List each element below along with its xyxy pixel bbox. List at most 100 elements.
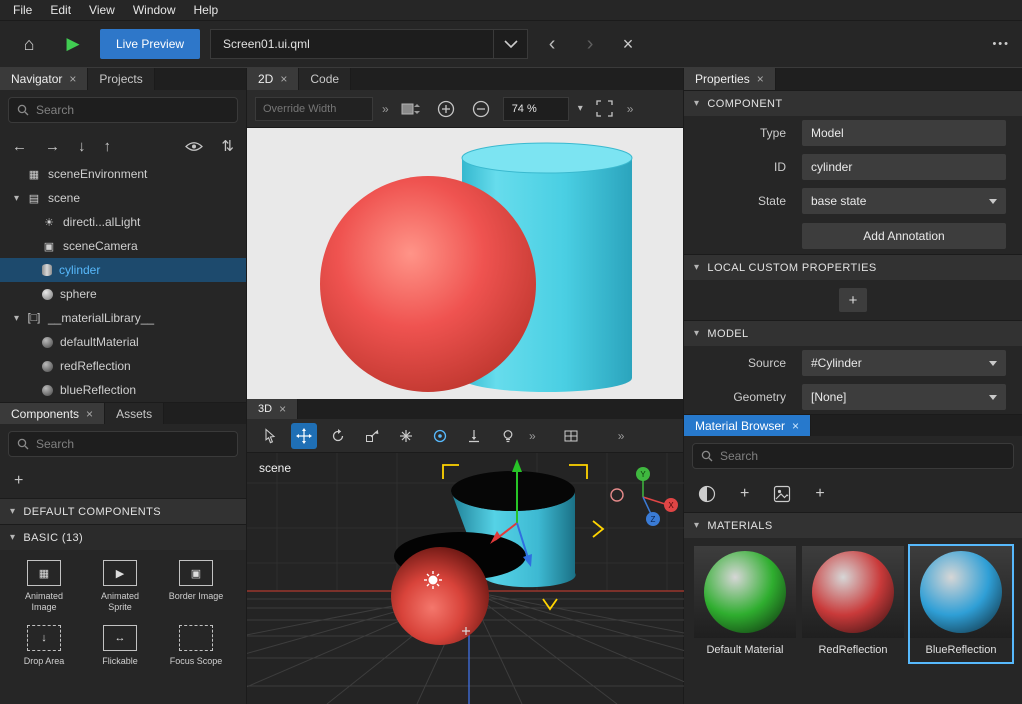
- close-icon[interactable]: ×: [280, 72, 287, 86]
- light-toggle-button[interactable]: [495, 423, 521, 449]
- id-field[interactable]: cylinder: [802, 154, 1006, 180]
- zoom-level-field[interactable]: 74 %: [503, 97, 569, 121]
- tab-assets[interactable]: Assets: [105, 403, 164, 424]
- home-button[interactable]: ⌂: [12, 28, 46, 60]
- fit-to-screen-button[interactable]: [592, 96, 618, 122]
- axis-indicator[interactable]: Y X Z: [611, 467, 678, 526]
- back-button[interactable]: ‹: [538, 33, 566, 56]
- close-icon[interactable]: ×: [792, 419, 799, 433]
- overflow-chevron-icon[interactable]: »: [382, 102, 389, 116]
- move-down-icon[interactable]: ↓: [78, 138, 86, 155]
- live-preview-button[interactable]: Live Preview: [100, 29, 200, 59]
- move-right-icon[interactable]: →: [45, 138, 60, 155]
- section-local-custom-properties[interactable]: ▾ LOCAL CUSTOM PROPERTIES: [684, 254, 1022, 280]
- material-search[interactable]: [692, 443, 1014, 469]
- navigator-search-input[interactable]: [36, 103, 229, 117]
- component-drop-area[interactable]: ↓ Drop Area: [8, 625, 80, 667]
- close-icon[interactable]: ×: [279, 402, 286, 416]
- state-dropdown[interactable]: base state: [802, 188, 1006, 214]
- move-left-icon[interactable]: ←: [12, 138, 27, 155]
- override-width-input[interactable]: [255, 97, 373, 121]
- zoom-out-button[interactable]: [468, 96, 494, 122]
- select-tool-button[interactable]: [257, 423, 283, 449]
- tab-projects[interactable]: Projects: [88, 68, 154, 90]
- section-model[interactable]: ▾ MODEL: [684, 320, 1022, 346]
- tree-item-sphere[interactable]: sphere: [0, 282, 246, 306]
- align-to-ground-button[interactable]: [461, 423, 487, 449]
- component-animated-sprite[interactable]: ▶ Animated Sprite: [84, 560, 156, 613]
- material-search-input[interactable]: [720, 449, 1005, 463]
- material-card-red-reflection[interactable]: RedReflection: [802, 546, 904, 662]
- tab-properties[interactable]: Properties ×: [684, 68, 776, 90]
- tree-item-scene-camera[interactable]: ▣ sceneCamera: [0, 234, 246, 258]
- add-material-button[interactable]: +: [740, 485, 749, 503]
- navigator-search[interactable]: [8, 97, 238, 123]
- geometry-dropdown[interactable]: [None]: [802, 384, 1006, 410]
- local-global-toggle-button[interactable]: [427, 423, 453, 449]
- tab-components[interactable]: Components ×: [0, 403, 105, 424]
- snap-toggle-button[interactable]: [393, 423, 419, 449]
- component-focus-scope[interactable]: Focus Scope: [160, 625, 232, 667]
- menu-help[interactable]: Help: [185, 3, 228, 17]
- run-project-button[interactable]: ▶: [56, 28, 90, 60]
- tree-item-default-material[interactable]: defaultMaterial: [0, 330, 246, 354]
- menu-edit[interactable]: Edit: [41, 3, 80, 17]
- tree-item-blue-reflection[interactable]: blueReflection: [0, 378, 246, 402]
- material-card-default[interactable]: Default Material: [694, 546, 796, 662]
- close-document-button[interactable]: ×: [614, 34, 642, 55]
- tree-item-cylinder[interactable]: cylinder: [0, 258, 246, 282]
- move-tool-button[interactable]: [291, 423, 317, 449]
- tree-item-scene-environment[interactable]: ▦ sceneEnvironment: [0, 162, 246, 186]
- form-editor-viewport[interactable]: [247, 128, 683, 399]
- tree-item-material-library[interactable]: ▾ [□] __materialLibrary__: [0, 306, 246, 330]
- component-flickable[interactable]: ↔ Flickable: [84, 625, 156, 667]
- sort-order-icon[interactable]: ⇅: [221, 137, 234, 155]
- close-icon[interactable]: ×: [757, 72, 764, 86]
- sphere-3d[interactable]: [391, 547, 489, 645]
- section-materials[interactable]: ▾ MATERIALS: [684, 512, 1022, 538]
- zoom-in-button[interactable]: [433, 96, 459, 122]
- add-texture-button[interactable]: +: [815, 485, 824, 503]
- forward-button[interactable]: ›: [576, 33, 604, 56]
- canvas-color-button[interactable]: [398, 96, 424, 122]
- zoom-dropdown-icon[interactable]: ▾: [578, 103, 583, 114]
- menu-view[interactable]: View: [80, 3, 124, 17]
- component-animated-image[interactable]: ▦ Animated Image: [8, 560, 80, 613]
- tree-item-directional-light[interactable]: ☀ directi...alLight: [0, 210, 246, 234]
- type-field[interactable]: Model: [802, 120, 1006, 146]
- chevron-down-icon[interactable]: [493, 30, 527, 58]
- overflow-chevron-icon[interactable]: »: [618, 429, 625, 443]
- components-search[interactable]: [8, 431, 238, 457]
- split-view-button[interactable]: [558, 423, 584, 449]
- more-options-button[interactable]: •••: [992, 38, 1010, 50]
- menu-window[interactable]: Window: [124, 3, 185, 17]
- tab-material-browser[interactable]: Material Browser ×: [684, 415, 811, 436]
- 3d-editor-viewport[interactable]: scene: [247, 453, 683, 704]
- scale-tool-button[interactable]: [359, 423, 385, 449]
- close-icon[interactable]: ×: [69, 72, 76, 86]
- section-basic[interactable]: ▾ BASIC (13): [0, 524, 246, 550]
- close-icon[interactable]: ×: [86, 407, 93, 421]
- section-component[interactable]: ▾ COMPONENT: [684, 90, 1022, 116]
- expander-icon[interactable]: ▾: [14, 193, 27, 204]
- texture-icon[interactable]: [773, 485, 791, 503]
- rotate-tool-button[interactable]: [325, 423, 351, 449]
- menu-file[interactable]: File: [4, 3, 41, 17]
- expander-icon[interactable]: ▾: [14, 313, 27, 324]
- add-property-button[interactable]: +: [839, 288, 867, 312]
- tab-navigator[interactable]: Navigator ×: [0, 68, 88, 90]
- overflow-chevron-icon[interactable]: »: [529, 429, 536, 443]
- tab-2d[interactable]: 2D ×: [247, 68, 299, 90]
- material-card-blue-reflection[interactable]: BlueReflection: [910, 546, 1012, 662]
- material-sphere-icon[interactable]: [698, 485, 716, 503]
- tree-item-red-reflection[interactable]: redReflection: [0, 354, 246, 378]
- tree-item-scene[interactable]: ▾ ▤ scene: [0, 186, 246, 210]
- open-file-selector[interactable]: Screen01.ui.qml: [210, 29, 528, 59]
- source-dropdown[interactable]: #Cylinder: [802, 350, 1006, 376]
- visibility-eye-icon[interactable]: [185, 141, 203, 152]
- tab-3d[interactable]: 3D ×: [247, 399, 298, 419]
- tab-code[interactable]: Code: [299, 68, 351, 90]
- add-annotation-button[interactable]: Add Annotation: [802, 223, 1006, 249]
- add-module-button[interactable]: +: [14, 472, 23, 490]
- move-up-icon[interactable]: ↑: [104, 138, 112, 155]
